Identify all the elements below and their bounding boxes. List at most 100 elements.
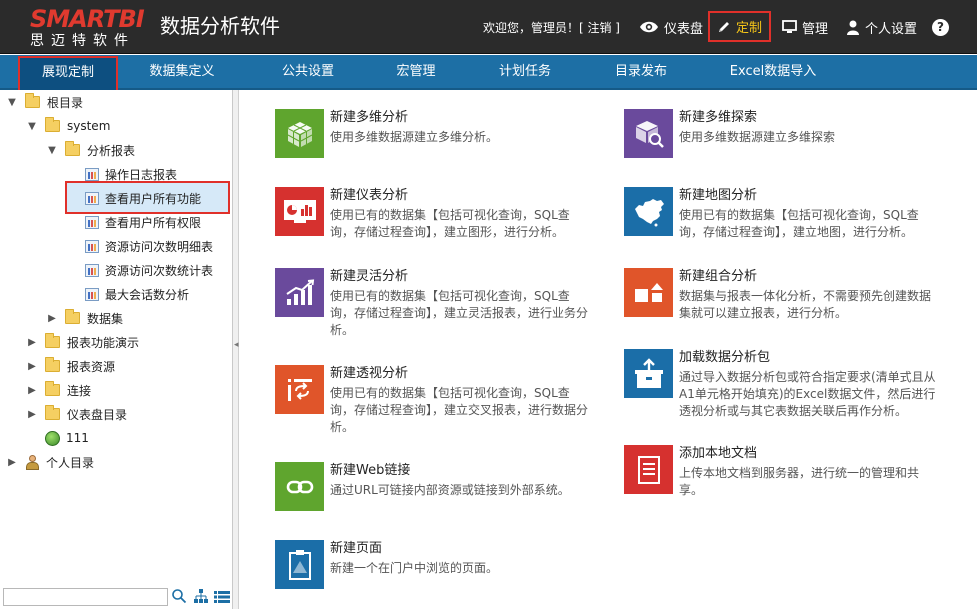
tree-item-label: 资源访问次数明细表: [105, 239, 214, 254]
report-icon: [85, 287, 99, 301]
tree-item-label: 最大会话数分析: [105, 287, 190, 302]
card-title: 新建地图分析: [679, 188, 758, 203]
help-button[interactable]: ?: [932, 12, 949, 42]
tree-item-label: 仪表盘目录: [67, 407, 128, 422]
card-title: 新建页面: [330, 541, 383, 556]
tree-item-label: 查看用户所有功能: [105, 191, 202, 206]
tree-item-resource-access-stats[interactable]: 资源访问次数统计表: [0, 258, 232, 282]
shapes-icon: [624, 268, 673, 317]
list-view-icon[interactable]: [214, 591, 230, 603]
tab-scheduled-tasks[interactable]: 计划任务: [475, 55, 575, 88]
tree-item-label: 报表资源: [67, 359, 116, 374]
tree-item-operation-log-report[interactable]: 操作日志报表: [0, 162, 232, 186]
user-icon: [847, 20, 859, 35]
tree-item-label: 操作日志报表: [105, 167, 178, 182]
tree-item-system[interactable]: ▼ system: [0, 114, 232, 138]
card-description: 使用多维数据源建立多维分析。: [330, 130, 499, 144]
tree-item-111[interactable]: 111: [0, 426, 232, 450]
tree-item-datasets[interactable]: ▶ 数据集: [0, 306, 232, 330]
tree-item-view-user-functions[interactable]: 查看用户所有功能: [0, 186, 232, 210]
page-icon: [275, 540, 324, 589]
card-title: 新建Web链接: [330, 463, 411, 478]
card-description: 使用已有的数据集【包括可视化查询，SQL查询，存储过程查询】，建立图形，进行分析…: [330, 208, 570, 239]
trend-chart-icon: [275, 268, 324, 317]
tree-item-label: 个人目录: [46, 455, 95, 470]
tree-item-label: 根目录: [47, 95, 84, 110]
tree-item-dashboard-directory[interactable]: ▶ 仪表盘目录: [0, 402, 232, 426]
tree-item-analysis-reports[interactable]: ▼ 分析报表: [0, 138, 232, 162]
expand-arrow-icon[interactable]: ▶: [26, 408, 38, 420]
expand-arrow-icon[interactable]: ▼: [6, 96, 18, 108]
logo-text: SMARTBI: [30, 5, 145, 33]
folder-icon: [45, 381, 60, 396]
dashboard-label: 仪表盘: [664, 21, 704, 37]
document-icon: [624, 445, 673, 494]
app-header: SMARTBI 思迈特软件 数据分析软件 欢迎您，管理员！[ 注销 ] 仪表盘 …: [0, 0, 977, 54]
card-description: 通过导入数据分析包或符合指定要求(清单式且从A1单元格开始填充)的Excel数据…: [679, 370, 936, 418]
tree-item-connections[interactable]: ▶ 连接: [0, 378, 232, 402]
tab-directory-publish[interactable]: 目录发布: [591, 55, 691, 88]
report-icon: [85, 215, 99, 229]
expand-arrow-icon[interactable]: ▶: [26, 336, 38, 348]
tab-presentation-custom[interactable]: 展现定制: [18, 56, 118, 92]
tree-item-resource-access-detail[interactable]: 资源访问次数明细表: [0, 234, 232, 258]
dashboard-button[interactable]: 仪表盘: [639, 12, 703, 42]
tab-excel-import[interactable]: Excel数据导入: [711, 55, 835, 88]
manage-label: 管理: [802, 21, 829, 37]
expand-arrow-icon[interactable]: ▶: [26, 384, 38, 396]
card-title: 新建灵活分析: [330, 269, 409, 284]
expand-arrow-icon[interactable]: ▶: [46, 312, 58, 324]
card-title: 新建透视分析: [330, 366, 409, 381]
pivot-icon: [275, 365, 324, 414]
tree-item-label: system: [67, 119, 111, 133]
tree-item-view-user-permissions[interactable]: 查看用户所有权限: [0, 210, 232, 234]
dashboard-chart-icon: [275, 187, 324, 236]
card-title: 加载数据分析包: [679, 350, 771, 365]
globe-icon: [45, 430, 60, 446]
report-icon: [85, 167, 99, 181]
tree-item-report-demo[interactable]: ▶ 报表功能演示: [0, 330, 232, 354]
report-icon: [85, 263, 99, 277]
card-title: 新建多维分析: [330, 110, 409, 125]
card-description: 新建一个在门户中浏览的页面。: [330, 561, 499, 575]
function-cards-area: 新建多维分析 使用多维数据源建立多维分析。 新建仪表分析 使用已有的数据集【包括…: [240, 90, 977, 609]
personal-settings-button[interactable]: 个人设置: [846, 12, 917, 42]
folder-icon: [65, 141, 80, 156]
manage-button[interactable]: 管理: [782, 12, 828, 42]
tree-item-personal-directory[interactable]: ▶ 个人目录: [0, 450, 232, 474]
custom-button[interactable]: 定制: [708, 11, 771, 42]
tree-view-icon[interactable]: [194, 589, 208, 603]
tree-item-root[interactable]: ▼ 根目录: [0, 90, 232, 114]
card-title: 添加本地文档: [679, 446, 758, 461]
welcome-text[interactable]: 欢迎您，管理员！[ 注销 ]: [483, 19, 620, 37]
card-description: 使用已有的数据集【包括可视化查询，SQL查询，存储过程查询】，建立交叉报表，进行…: [330, 386, 589, 434]
search-icon[interactable]: [171, 588, 187, 604]
card-title: 新建组合分析: [679, 269, 758, 284]
card-title: 新建多维探索: [679, 110, 758, 125]
expand-arrow-icon[interactable]: ▼: [46, 144, 58, 156]
card-description: 数据集与报表一体化分析，不需要预先创建数据集就可以建立报表，进行分析。: [679, 289, 932, 320]
monitor-icon: [782, 20, 797, 33]
package-icon: [624, 349, 673, 398]
tab-public-settings[interactable]: 公共设置: [258, 55, 358, 88]
pencil-icon: [718, 21, 729, 32]
report-icon: [85, 239, 99, 253]
user-folder-icon: [25, 454, 40, 470]
tab-macro-management[interactable]: 宏管理: [366, 55, 466, 88]
collapse-handle-icon[interactable]: ◂: [234, 340, 239, 360]
link-icon: [275, 462, 324, 511]
expand-arrow-icon[interactable]: ▶: [26, 360, 38, 372]
tree-item-report-resources[interactable]: ▶ 报表资源: [0, 354, 232, 378]
report-icon: [85, 191, 99, 205]
tree-item-max-session-analysis[interactable]: 最大会话数分析: [0, 282, 232, 306]
folder-icon: [65, 309, 80, 324]
tab-dataset-definition[interactable]: 数据集定义: [132, 55, 232, 88]
help-icon: ?: [932, 18, 949, 36]
tree-search-input[interactable]: [3, 588, 168, 606]
main-nav: 展现定制 数据集定义 公共设置 宏管理 计划任务 目录发布 Excel数据导入: [0, 55, 977, 92]
expand-arrow-icon[interactable]: ▶: [6, 456, 18, 468]
map-icon: [624, 187, 673, 236]
expand-arrow-icon[interactable]: ▼: [26, 120, 38, 132]
folder-icon: [45, 333, 60, 348]
logo: SMARTBI 思迈特软件: [30, 5, 148, 49]
